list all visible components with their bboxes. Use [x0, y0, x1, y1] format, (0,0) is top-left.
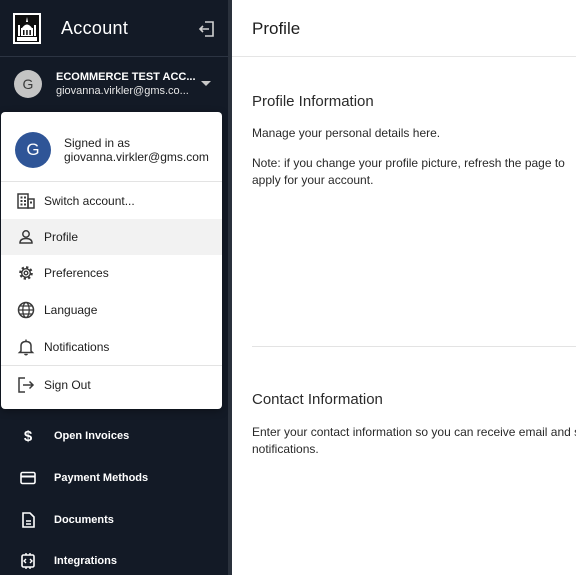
- signed-in-label: Signed in as: [64, 136, 131, 150]
- sidebar-divider: [0, 56, 228, 57]
- sidebar-item-integrations[interactable]: Integrations: [0, 546, 228, 576]
- svg-text:$: $: [24, 428, 33, 445]
- menu-item-switch-account[interactable]: Switch account...: [1, 183, 222, 219]
- sidebar-item-documents[interactable]: Documents: [0, 505, 228, 535]
- menu-item-profile[interactable]: Profile: [1, 219, 222, 255]
- menu-item-label: Sign Out: [44, 378, 91, 392]
- menu-item-preferences[interactable]: Preferences: [1, 255, 222, 291]
- account-dropdown-menu: G Signed in as giovanna.virkler@gms.com …: [1, 112, 222, 409]
- chevron-down-icon[interactable]: [201, 81, 211, 86]
- menu-item-label: Switch account...: [44, 194, 135, 208]
- profile-description: Manage your personal details here.: [252, 126, 441, 140]
- menu-item-label: Notifications: [44, 340, 110, 354]
- person-icon: [16, 227, 36, 247]
- menu-divider: [1, 365, 222, 366]
- dollar-icon: $: [19, 427, 37, 445]
- gear-icon: [16, 263, 36, 283]
- avatar: G: [14, 70, 42, 98]
- menu-item-language[interactable]: Language: [1, 292, 222, 328]
- menu-item-sign-out[interactable]: Sign Out: [1, 367, 222, 403]
- sign-out-icon: [16, 375, 36, 395]
- section-title-profile-information: Profile Information: [252, 93, 374, 110]
- avatar: G: [15, 132, 51, 168]
- profile-note-line-2: apply for your account.: [252, 173, 374, 187]
- account-name: ECOMMERCE TEST ACC...: [56, 71, 196, 83]
- profile-note-line-1: Note: if you change your profile picture…: [252, 156, 565, 170]
- building-icon: [16, 191, 36, 211]
- sidebar-item-open-invoices[interactable]: $ Open Invoices: [0, 421, 228, 451]
- collapse-sidebar-icon[interactable]: [198, 20, 216, 38]
- sidebar-item-label: Open Invoices: [54, 430, 130, 442]
- contact-description-line-2: notifications.: [252, 442, 319, 456]
- sidebar-item-payment-methods[interactable]: Payment Methods: [0, 463, 228, 493]
- integrations-icon: [19, 552, 37, 570]
- menu-item-label: Preferences: [44, 266, 109, 280]
- organization-logo: [13, 13, 41, 44]
- sidebar-item-label: Integrations: [54, 555, 117, 567]
- section-title-contact-information: Contact Information: [252, 391, 383, 408]
- sidebar-item-label: Payment Methods: [54, 472, 149, 484]
- bell-icon: [16, 337, 36, 357]
- account-email: giovanna.virkler@gms.co...: [56, 85, 189, 97]
- document-icon: [19, 511, 37, 529]
- sidebar-title: Account: [61, 18, 129, 38]
- menu-item-label: Language: [44, 303, 98, 317]
- section-divider: [252, 346, 576, 347]
- menu-item-label: Profile: [44, 230, 79, 244]
- contact-description-line-1: Enter your contact information so you ca…: [252, 425, 576, 439]
- globe-icon: [16, 300, 36, 320]
- page-title: Profile: [252, 19, 301, 38]
- menu-divider: [1, 181, 222, 182]
- credit-card-icon: [19, 469, 37, 487]
- signed-in-email: giovanna.virkler@gms.com: [64, 150, 209, 164]
- sidebar-border: [228, 0, 232, 575]
- menu-item-notifications[interactable]: Notifications: [1, 329, 222, 365]
- sidebar-item-label: Documents: [54, 514, 114, 526]
